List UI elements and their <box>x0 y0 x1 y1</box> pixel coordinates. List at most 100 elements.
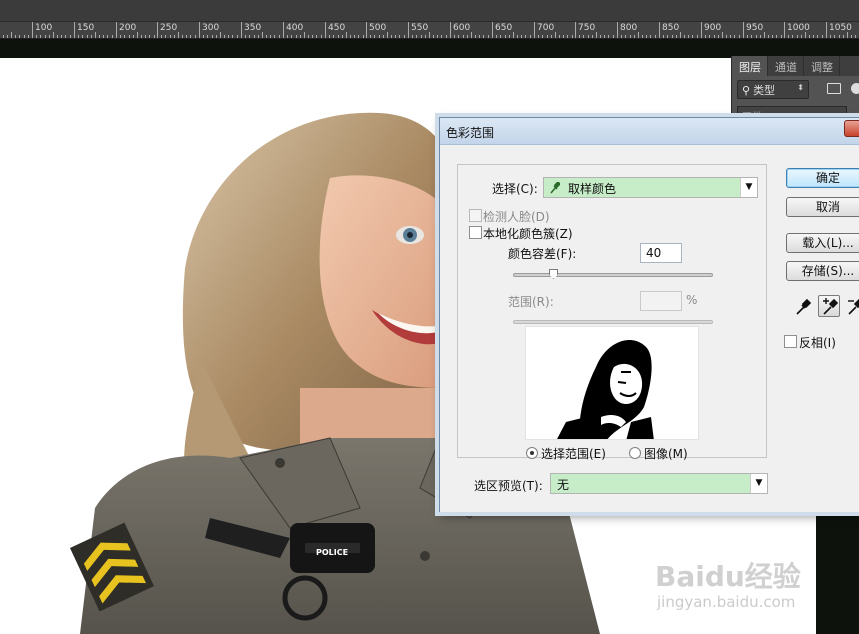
ruler-minor-tick <box>475 35 476 38</box>
chevron-down-icon: ▼ <box>750 474 767 493</box>
ruler-label: 1000 <box>787 23 810 33</box>
ruler-minor-tick <box>262 32 263 38</box>
detect-faces-checkbox[interactable] <box>469 209 482 222</box>
ruler-label: 850 <box>662 23 680 33</box>
ruler-major-tick <box>826 22 827 38</box>
selection-radio[interactable] <box>526 447 538 459</box>
ruler-minor-tick <box>321 35 322 38</box>
eyedropper-minus-icon <box>848 298 859 315</box>
ruler-minor-tick <box>212 35 213 38</box>
ruler-minor-tick <box>154 35 155 38</box>
ruler-minor-tick <box>718 35 719 38</box>
adjustment-filter-icon[interactable] <box>851 83 859 94</box>
horizontal-ruler[interactable]: 100 150 200 250 300 350 400 450 500 550 600 650 700 7… <box>0 22 859 39</box>
ruler-minor-tick <box>149 35 150 38</box>
select-dropdown[interactable]: 取样颜色 ▼ <box>543 177 758 198</box>
cancel-button[interactable]: 取消 <box>786 197 859 217</box>
ruler-minor-tick <box>596 32 597 38</box>
close-button[interactable] <box>844 120 859 137</box>
select-value: 取样颜色 <box>568 182 617 196</box>
eyedropper-icon <box>550 180 562 194</box>
ruler-minor-tick <box>446 35 447 38</box>
ruler-label: 700 <box>537 23 555 33</box>
ruler-minor-tick <box>751 35 752 38</box>
ruler-minor-tick <box>709 35 710 38</box>
ruler-minor-tick <box>82 35 83 38</box>
ruler-minor-tick <box>279 35 280 38</box>
ruler-minor-tick <box>551 35 552 38</box>
add-to-sample-tool[interactable] <box>818 295 840 317</box>
localized-clusters-checkbox[interactable] <box>469 226 482 239</box>
dialog-body: 选择(C): 取样颜色 ▼ 检测人脸(D) 本地化颜色簇(Z) 颜色容差(F):… <box>440 146 859 512</box>
ruler-minor-tick <box>383 35 384 38</box>
ruler-minor-tick <box>363 35 364 38</box>
ruler-minor-tick <box>525 35 526 38</box>
ruler-label: 950 <box>746 23 764 33</box>
tab-adjustments[interactable]: 调整 <box>804 56 840 76</box>
ruler-minor-tick <box>370 35 371 38</box>
range-slider[interactable] <box>513 320 713 324</box>
ruler-minor-tick <box>266 35 267 38</box>
image-radio[interactable] <box>629 447 641 459</box>
ruler-minor-tick <box>433 35 434 38</box>
load-button[interactable]: 载入(L)... <box>786 233 859 253</box>
dialog-titlebar[interactable]: 色彩范围 <box>440 118 859 145</box>
ruler-minor-tick <box>813 35 814 38</box>
ruler-minor-tick <box>734 35 735 38</box>
ruler-minor-tick <box>270 35 271 38</box>
ruler-minor-tick <box>91 35 92 38</box>
ruler-minor-tick <box>308 35 309 38</box>
ruler-minor-tick <box>630 35 631 38</box>
ruler-label: 500 <box>369 23 387 33</box>
ruler-minor-tick <box>287 35 288 38</box>
ruler-minor-tick <box>304 32 305 38</box>
ruler-minor-tick <box>61 35 62 38</box>
ruler-minor-tick <box>245 35 246 38</box>
invert-checkbox[interactable] <box>784 335 797 348</box>
selection-radio-label: 选择范围(E) <box>541 447 606 461</box>
ruler-minor-tick <box>358 35 359 38</box>
save-button[interactable]: 存储(S)... <box>786 261 859 281</box>
fuzziness-slider[interactable] <box>513 269 713 279</box>
range-input[interactable] <box>640 291 682 311</box>
ruler-minor-tick <box>764 32 765 38</box>
tab-channels[interactable]: 通道 <box>768 56 804 76</box>
fuzziness-input[interactable]: 40 <box>640 243 682 263</box>
eyedropper-icon <box>796 298 812 315</box>
ruler-minor-tick <box>216 35 217 38</box>
ruler-minor-tick <box>112 35 113 38</box>
options-group: 选择(C): 取样颜色 ▼ 检测人脸(D) 本地化颜色簇(Z) 颜色容差(F):… <box>457 164 767 461</box>
ruler-minor-tick <box>300 35 301 38</box>
ruler-minor-tick <box>95 32 96 38</box>
ruler-minor-tick <box>583 35 584 38</box>
fuzziness-slider-thumb[interactable] <box>549 269 558 279</box>
ruler-minor-tick <box>120 35 121 38</box>
ruler-major-tick <box>534 22 535 38</box>
subtract-from-sample-tool[interactable] <box>844 296 859 318</box>
watermark-logo: Baidu经验 <box>655 560 801 593</box>
ruler-minor-tick <box>830 35 831 38</box>
selection-preview-dropdown[interactable]: 无 ▼ <box>550 473 768 494</box>
ruler-minor-tick <box>190 35 191 38</box>
ruler-major-tick <box>617 22 618 38</box>
tab-layers[interactable]: 图层 <box>732 56 768 76</box>
search-icon: ⚲ <box>742 84 751 97</box>
photoshop-workspace: 100 150 200 250 300 350 400 450 500 550 600 650 700 7… <box>0 0 859 634</box>
ruler-major-tick <box>199 22 200 38</box>
ruler-minor-tick <box>600 35 601 38</box>
ruler-minor-tick <box>621 35 622 38</box>
ruler-minor-tick <box>404 35 405 38</box>
ruler-minor-tick <box>329 35 330 38</box>
ruler-major-tick <box>241 22 242 38</box>
ruler-minor-tick <box>45 35 46 38</box>
ruler-minor-tick <box>15 35 16 38</box>
ruler-minor-tick <box>354 35 355 38</box>
ruler-minor-tick <box>350 35 351 38</box>
ruler-minor-tick <box>839 35 840 38</box>
image-filter-icon[interactable] <box>827 83 841 94</box>
ok-button[interactable]: 确定 <box>786 168 859 188</box>
ruler-minor-tick <box>129 35 130 38</box>
eyedropper-tool[interactable] <box>792 296 814 318</box>
range-unit: % <box>686 293 698 307</box>
layer-filter-select[interactable]: ⚲ 类型 ⬍ <box>737 80 809 99</box>
